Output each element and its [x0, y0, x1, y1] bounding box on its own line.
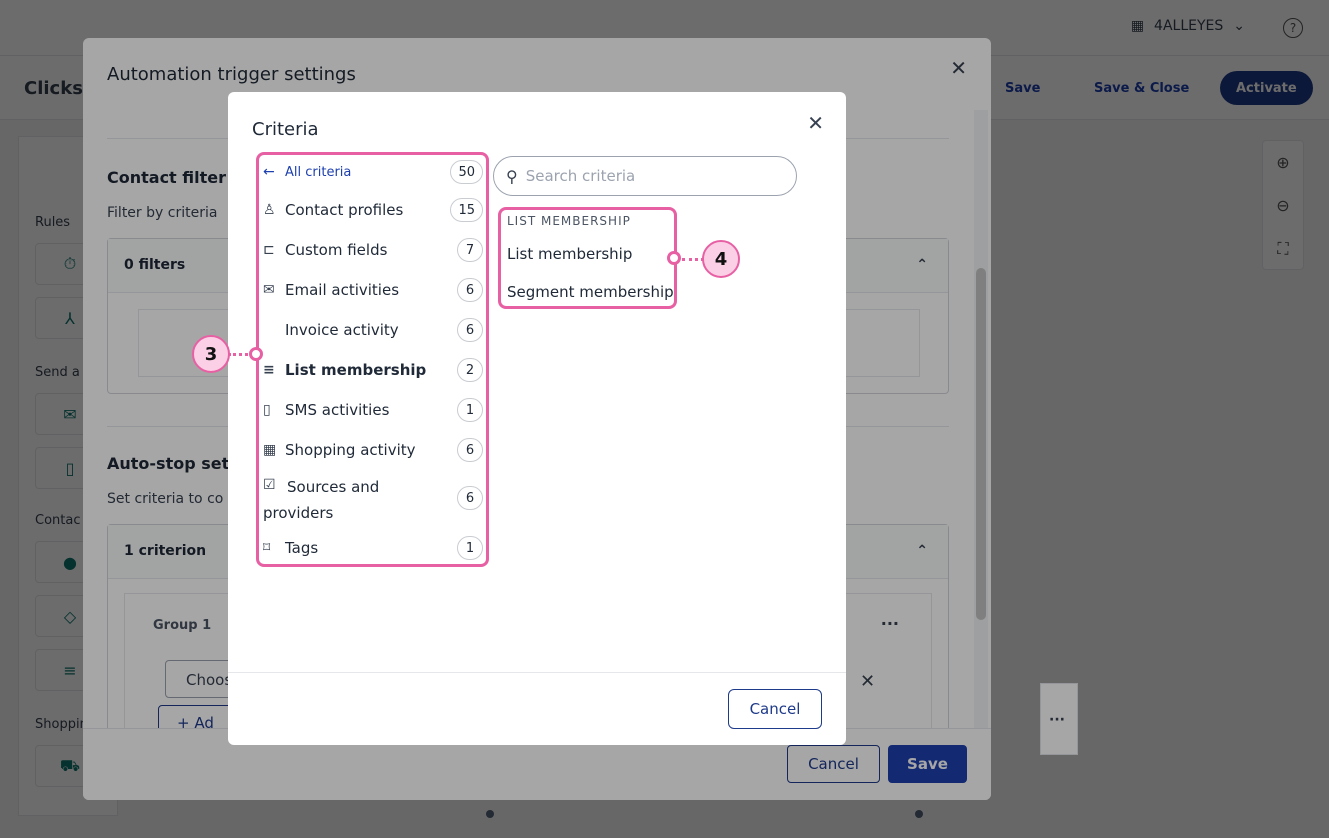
cancel-button[interactable]: Cancel	[728, 689, 822, 729]
highlight-subcategory-list	[498, 207, 677, 309]
search-icon: ⚲	[506, 166, 518, 186]
highlight-category-list	[256, 152, 489, 567]
callout-4: 4	[702, 240, 740, 278]
callout-3: 3	[192, 335, 230, 373]
divider	[228, 672, 846, 673]
callout-connector	[682, 258, 704, 261]
search-input[interactable]	[525, 167, 766, 185]
modal-title: Criteria	[252, 119, 319, 140]
close-icon[interactable]: ✕	[807, 111, 824, 135]
search-criteria-field[interactable]: ⚲	[493, 156, 797, 196]
callout-pin	[249, 347, 263, 361]
callout-pin	[667, 251, 681, 265]
